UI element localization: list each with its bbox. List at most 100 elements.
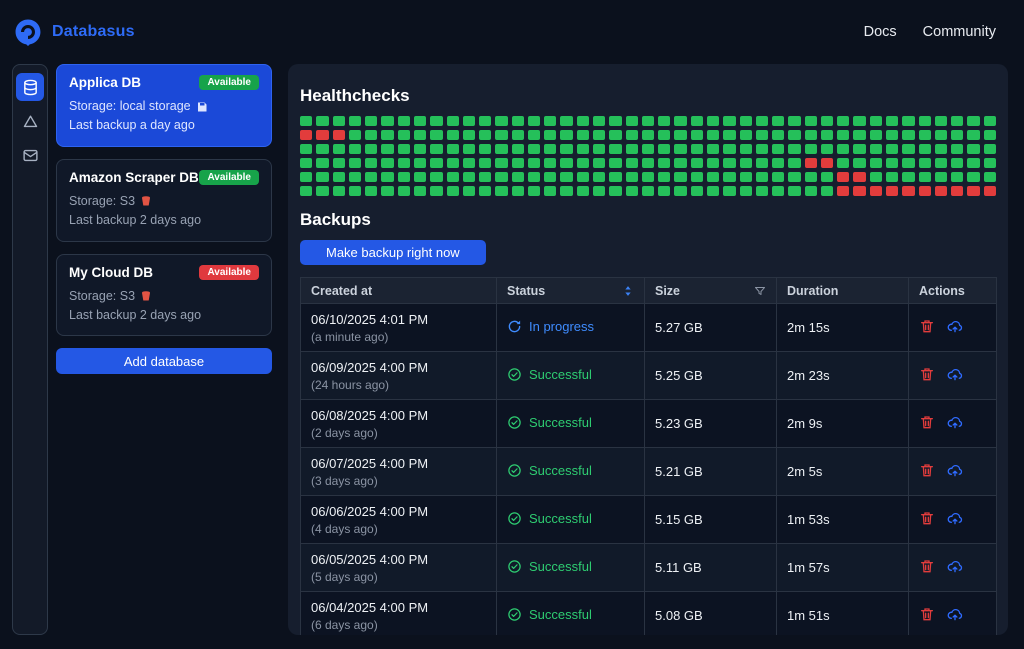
mail-icon (22, 147, 39, 164)
delete-backup-button[interactable] (919, 318, 935, 334)
healthcheck-cell (934, 144, 948, 154)
created-at-cell: 06/07/2025 4:00 PM (3 days ago) (300, 447, 497, 496)
status-badge: Available (199, 75, 259, 90)
healthcheck-cell (544, 130, 557, 140)
healthcheck-cell (381, 144, 394, 154)
healthcheck-cell (902, 144, 915, 154)
healthcheck-cell (739, 172, 752, 182)
restore-backup-button[interactable] (947, 558, 963, 574)
restore-backup-button[interactable] (947, 414, 963, 430)
duration-cell: 2m 9s (776, 399, 909, 448)
healthcheck-cell (755, 144, 769, 154)
healthcheck-cell (300, 186, 313, 196)
delete-backup-button[interactable] (919, 510, 935, 526)
healthcheck-cell (365, 186, 378, 196)
healthcheck-cell (495, 186, 508, 196)
trash-icon (919, 318, 935, 334)
created-at-cell: 06/10/2025 4:01 PM (a minute ago) (300, 303, 497, 352)
delete-backup-button[interactable] (919, 462, 935, 478)
healthcheck-cell (511, 130, 524, 140)
add-database-button[interactable]: Add database (56, 348, 272, 375)
healthcheck-cell (951, 130, 964, 140)
trash-icon (919, 366, 935, 382)
delete-backup-button[interactable] (919, 606, 935, 622)
restore-backup-button[interactable] (947, 606, 963, 622)
healthcheck-cell (739, 158, 752, 168)
healthcheck-cell (755, 186, 769, 196)
healthcheck-cell (544, 158, 557, 168)
sidebar-item-notifications[interactable] (16, 141, 44, 169)
healthcheck-cell (902, 158, 915, 168)
healthcheck-cell (430, 144, 443, 154)
healthcheck-cell (332, 158, 345, 168)
healthcheck-cell (869, 172, 883, 182)
healthcheck-cell (593, 130, 606, 140)
healthcheck-cell (332, 186, 345, 196)
healthcheck-cell (446, 116, 459, 126)
healthcheck-cell (462, 172, 476, 182)
nav-community[interactable]: Community (923, 24, 996, 40)
status-cell: In progress (496, 303, 645, 352)
healthcheck-cell (462, 144, 476, 154)
database-card-applica[interactable]: Applica DB Available Storage: local stor… (56, 64, 272, 147)
healthcheck-cell (365, 172, 378, 182)
make-backup-button[interactable]: Make backup right now (300, 240, 486, 265)
healthcheck-cell (788, 116, 801, 126)
delete-backup-button[interactable] (919, 414, 935, 430)
column-header-duration: Duration (776, 277, 909, 304)
size-cell: 5.21 GB (644, 447, 777, 496)
healthcheck-cell (300, 130, 313, 140)
size-cell: 5.15 GB (644, 495, 777, 544)
healthcheck-cell (495, 116, 508, 126)
healthcheck-cell (869, 144, 883, 154)
nav-docs[interactable]: Docs (864, 24, 897, 40)
sidebar-item-databases[interactable] (16, 73, 44, 101)
cloud-upload-icon (947, 558, 963, 574)
status-badge: Available (199, 264, 259, 280)
duration-cell: 1m 53s (776, 495, 909, 544)
delete-backup-button[interactable] (919, 366, 935, 382)
column-header-status[interactable]: Status (496, 277, 645, 304)
backup-row: 06/06/2025 4:00 PM (4 days ago) Successful… (300, 495, 997, 544)
database-card-my-cloud[interactable]: My Cloud DB Available Storage: S3 Last b… (56, 253, 272, 337)
icon-rail (12, 64, 48, 635)
column-header-size[interactable]: Size (644, 277, 777, 304)
healthcheck-cell (772, 158, 785, 168)
healthcheck-cell (446, 130, 459, 140)
database-name: Amazon Scraper DB (69, 169, 199, 185)
healthcheck-cell (853, 186, 866, 196)
healthcheck-cell (658, 186, 671, 196)
sidebar-item-storage[interactable] (16, 107, 44, 135)
healthcheck-cell (674, 130, 687, 140)
restore-backup-button[interactable] (947, 318, 963, 334)
cloud-upload-icon (947, 318, 963, 334)
healthcheck-cell (332, 144, 345, 154)
healthcheck-cell (739, 144, 752, 154)
database-last-backup: Last backup 2 days ago (69, 307, 202, 322)
database-card-amazon-scraper[interactable]: Amazon Scraper DB Available Storage: S3 … (56, 158, 272, 242)
healthcheck-cell (625, 172, 638, 182)
healthcheck-cell (446, 186, 459, 196)
restore-backup-button[interactable] (947, 366, 963, 382)
actions-cell (908, 447, 997, 496)
brand[interactable]: Databasus (14, 18, 135, 46)
restore-backup-button[interactable] (947, 462, 963, 478)
database-name: Applica DB (69, 75, 142, 90)
sort-icon[interactable] (622, 285, 634, 297)
created-at-cell: 06/04/2025 4:00 PM (6 days ago) (300, 591, 497, 635)
healthcheck-cell (723, 172, 736, 182)
trash-icon (919, 462, 935, 478)
healthcheck-cell (837, 186, 850, 196)
healthcheck-cell (625, 130, 638, 140)
main-panel: Healthchecks Backups Make backup right n… (288, 64, 1008, 635)
filter-icon[interactable] (754, 285, 766, 297)
healthcheck-cell (397, 144, 410, 154)
healthcheck-cell (479, 116, 492, 126)
healthcheck-cell (869, 186, 883, 196)
healthcheck-cell (625, 158, 638, 168)
healthcheck-cell (576, 116, 590, 126)
restore-backup-button[interactable] (947, 510, 963, 526)
delete-backup-button[interactable] (919, 558, 935, 574)
healthcheck-cell (755, 172, 769, 182)
status-cell: Successful (496, 495, 645, 544)
